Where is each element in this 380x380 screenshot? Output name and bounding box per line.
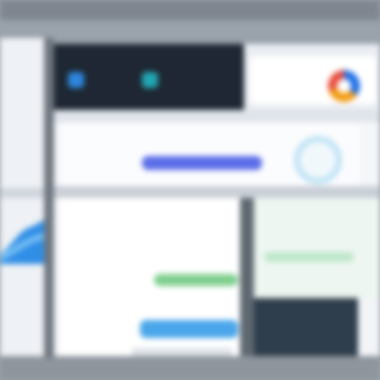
content-divider [240,198,254,356]
content-footer-line [132,348,232,356]
content-right-panel [254,198,380,298]
progress-ring [294,136,342,184]
blue-action-bar[interactable] [140,320,238,338]
top-navigation-bar [54,44,244,110]
content-right-edge [358,298,380,356]
monitor-bottom-bezel [0,352,380,380]
nav-app-icon[interactable] [68,72,84,88]
left-panel-chart [0,220,44,264]
section-divider [54,186,380,198]
main-app-window [54,44,380,356]
content-right-highlight [264,252,354,262]
content-right-dark-card [254,298,358,356]
left-window-panel [0,38,44,356]
monitor-top-bezel [0,0,380,20]
hero-title-bar [142,156,262,170]
nav-app-icon-secondary[interactable] [142,72,158,88]
header-strip [54,110,380,122]
green-status-bar [154,274,238,286]
window-separator [44,38,54,358]
app-logo-icon[interactable] [328,70,360,102]
left-panel-divider [0,188,44,198]
blurred-screenshot [0,0,380,380]
